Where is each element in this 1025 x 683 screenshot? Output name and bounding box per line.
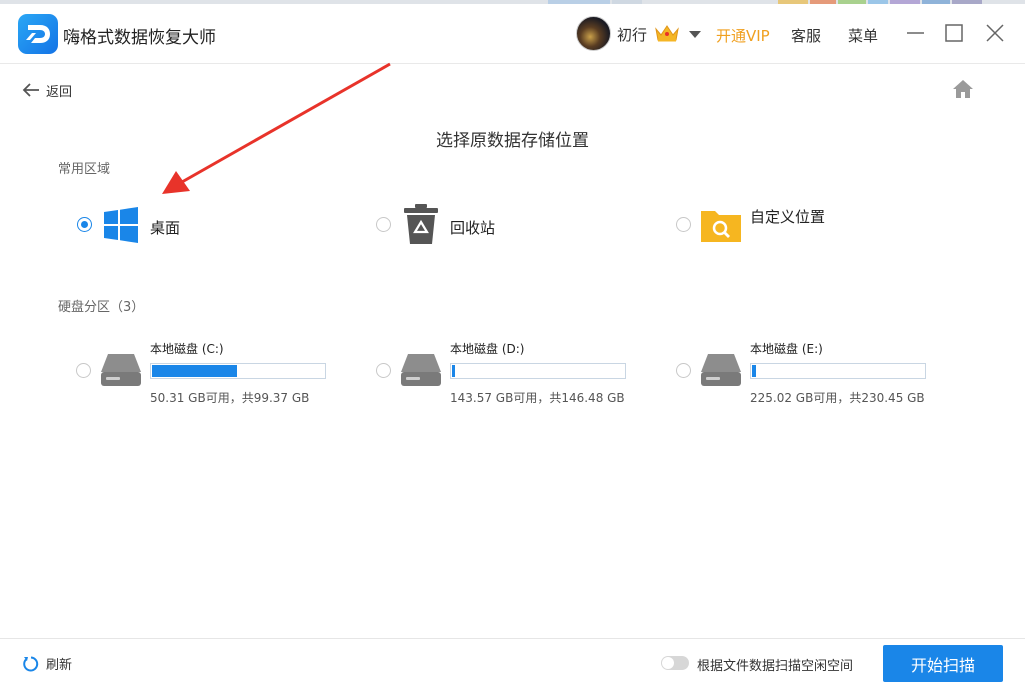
recycle-bin-icon [403,203,439,249]
hard-drive-icon [700,352,742,392]
location-custom-label[interactable]: 自定义位置 [750,206,825,227]
page-title: 选择原数据存储位置 [436,131,589,151]
common-area-label: 常用区域 [58,162,111,177]
start-scan-button[interactable]: 开始扫描 [883,645,1003,682]
radio-drive-c[interactable] [76,363,91,378]
drive-e-usage-bar [750,363,926,379]
drive-d-space: 143.57 GB可用，共146.48 GB [450,391,625,405]
menu-link[interactable]: 菜单 [848,25,878,46]
radio-desktop[interactable] [77,217,92,232]
refresh-button[interactable]: 刷新 [22,654,72,673]
close-icon [986,24,1004,42]
hard-drive-icon [100,352,142,392]
drive-e-space: 225.02 GB可用，共230.45 GB [750,391,925,405]
title-bar: 嗨格式数据恢复大师 初行 开通VIP 客服 菜单 [0,4,1025,64]
back-button[interactable]: 返回 [22,80,72,100]
bottom-bar: 刷新 根据文件数据扫描空闲空间 开始扫描 [0,638,1025,683]
drive-c-usage-bar [150,363,326,379]
radio-custom-location[interactable] [676,217,691,232]
back-label: 返回 [46,84,73,100]
radio-recycle-bin[interactable] [376,217,391,232]
user-dropdown-arrow-icon[interactable] [689,31,701,38]
drive-e-name[interactable]: 本地磁盘 (E:) [750,340,823,357]
vip-link[interactable]: 开通VIP [716,25,770,46]
drive-c-name[interactable]: 本地磁盘 (C:) [150,340,224,357]
folder-search-icon [700,207,742,247]
customer-service-link[interactable]: 客服 [791,25,821,46]
location-desktop-label[interactable]: 桌面 [150,217,180,238]
free-space-scan-toggle[interactable] [661,656,689,670]
close-button[interactable] [982,18,1012,48]
location-recycle-bin-label[interactable]: 回收站 [450,217,495,238]
radio-drive-d[interactable] [376,363,391,378]
windows-icon [103,207,139,247]
username[interactable]: 初行 [617,24,647,45]
partitions-label: 硬盘分区（3） [58,300,145,315]
refresh-icon [23,656,39,671]
drive-d-usage-bar [450,363,626,379]
avatar[interactable] [576,16,611,51]
free-space-scan-label: 根据文件数据扫描空闲空间 [697,659,854,674]
radio-drive-e[interactable] [676,363,691,378]
maximize-button[interactable] [941,18,971,48]
minimize-button[interactable] [902,18,932,48]
hard-drive-icon [400,352,442,392]
home-button[interactable] [952,79,974,103]
drive-c-space: 50.31 GB可用，共99.37 GB [150,391,310,405]
drive-d-name[interactable]: 本地磁盘 (D:) [450,340,524,357]
app-title: 嗨格式数据恢复大师 [63,28,216,48]
app-logo-icon [18,14,58,54]
arrow-left-icon [22,83,39,97]
crown-icon [654,23,680,47]
refresh-label: 刷新 [46,658,73,673]
minimize-icon [907,32,924,34]
maximize-icon [945,24,963,42]
home-icon [953,80,973,98]
